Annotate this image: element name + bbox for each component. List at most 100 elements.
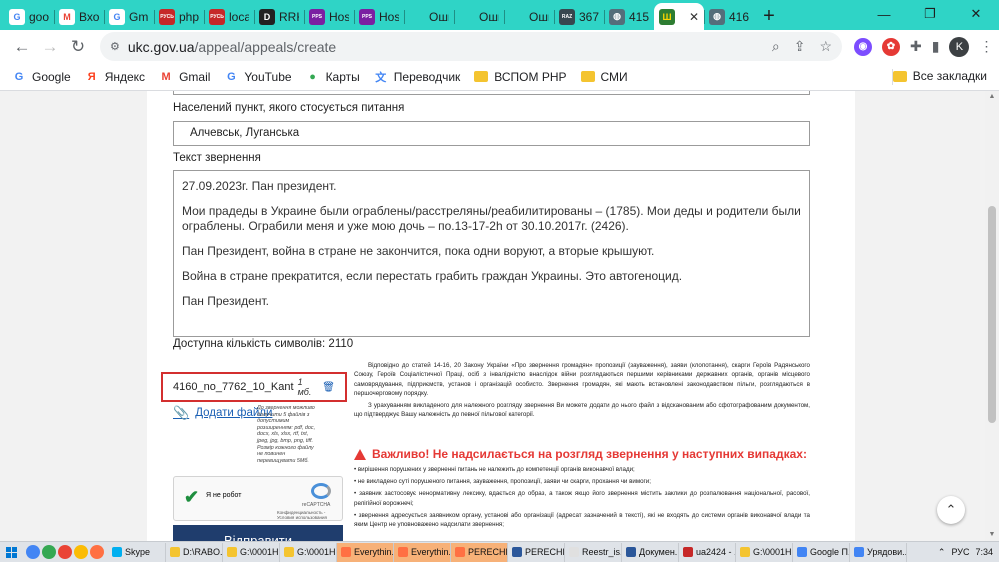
bookmark-item[interactable]: G Google [12, 70, 71, 84]
taskbar-item-label: ua2424 - ... [696, 547, 735, 557]
share-icon[interactable]: ⇪ [794, 38, 806, 55]
browser-tab[interactable]: Ggoo [4, 3, 54, 30]
tray-chevron-icon[interactable]: ⌃ [938, 547, 946, 558]
clock[interactable]: 7:34 [975, 547, 993, 557]
browser-tab[interactable]: РУСЬ loca [204, 3, 254, 30]
browser-tab[interactable]: PPS Hos [354, 3, 404, 30]
taskbar-item[interactable]: G:\0001H... [223, 542, 280, 562]
chrome-icon[interactable] [42, 545, 56, 559]
app-icon [626, 547, 636, 557]
browser-toolbar: ← → ↻ ⚙ ukc.gov.ua/appeal/appeals/create… [0, 30, 999, 63]
address-bar[interactable]: ⚙ ukc.gov.ua/appeal/appeals/create ⌕ ⇪ ☆ [100, 32, 842, 61]
chrome-icon[interactable] [74, 545, 88, 559]
chrome-icon[interactable] [26, 545, 40, 559]
submit-button[interactable]: Відправити [173, 525, 343, 541]
browser-tab[interactable]: Ш ✕ [654, 3, 704, 30]
scroll-to-top-button[interactable]: ⌃ [937, 496, 965, 524]
trash-icon[interactable]: 🗑 [322, 382, 335, 393]
extension-flower-icon[interactable]: ✿ [882, 37, 900, 56]
locality-field[interactable]: Алчевськ, Луганська [173, 121, 810, 146]
taskbar-item[interactable]: ua2424 - ... [679, 542, 736, 562]
new-tab-button[interactable]: + [754, 3, 784, 30]
page-viewport: Населений пункт, якого стосується питанн… [0, 91, 985, 541]
all-bookmarks[interactable]: Все закладки [892, 69, 987, 83]
text-label: Текст звернення [173, 152, 261, 164]
checkmark-icon[interactable]: ✔ [184, 487, 199, 508]
app-icon [455, 547, 465, 557]
bookmark-item[interactable]: СМИ [580, 70, 628, 84]
taskbar-item[interactable]: Урядови... [850, 542, 907, 562]
opera-icon[interactable] [58, 545, 72, 559]
profile-avatar[interactable]: K [949, 36, 970, 57]
browser-tab[interactable]: M Вхо [54, 3, 104, 30]
restore-icon[interactable]: ❐ [907, 0, 953, 28]
browser-tab[interactable]: РУСЬ php [154, 3, 204, 30]
google-icon: G [227, 70, 236, 83]
taskbar-item[interactable]: G:\0001H... [736, 542, 793, 562]
taskbar-item[interactable]: Reestr_is... [565, 542, 622, 562]
globe-icon: ◍ [609, 8, 625, 25]
extension-circle-icon[interactable]: ◉ [854, 37, 872, 56]
bookmark-item[interactable]: G YouTube [224, 70, 291, 84]
scroll-thumb[interactable] [988, 206, 996, 423]
browser-tab[interactable]: D RRK [254, 3, 304, 30]
taskbar-item[interactable]: D:\RABO... [166, 542, 223, 562]
extensions-puzzle-icon[interactable]: ✚ [910, 38, 922, 55]
bookmark-star-icon[interactable]: ☆ [819, 38, 832, 55]
close-window-icon[interactable]: ✕ [953, 0, 999, 28]
taskbar-item[interactable]: PERECHE... [451, 542, 508, 562]
appeal-text-area[interactable]: 27.09.2023г. Пан президент. Мои прадеды в… [173, 170, 810, 337]
browser-tab[interactable]: PPS Hos [304, 3, 354, 30]
scroll-up-arrow-icon[interactable]: ▲ [988, 93, 996, 101]
zoom-icon[interactable]: ⌕ [772, 38, 780, 55]
browser-tab[interactable]: G Gm [104, 3, 154, 30]
bookmark-label: Переводчик [393, 69, 461, 84]
page-icon [409, 9, 425, 25]
bookmark-item[interactable]: ● Карты [306, 70, 360, 84]
firefox-icon[interactable] [90, 545, 104, 559]
bookmark-item[interactable]: ВСПОМ РНР [474, 70, 567, 84]
site-info-icon[interactable]: ⚙ [110, 40, 120, 53]
taskbar-item[interactable]: Докумен... [622, 542, 679, 562]
taskbar-item-label: G:\0001H... [753, 547, 792, 557]
minimize-icon[interactable]: — [861, 0, 907, 28]
taskbar-item[interactable]: Google П... [793, 542, 850, 562]
bookmark-item[interactable]: Я Яндекс [85, 70, 145, 84]
warning-item: • вирішення порушених у зверненні питань… [354, 466, 635, 473]
taskbar-item[interactable]: Skype [108, 542, 166, 562]
taskbar-item[interactable]: PERECHE... [508, 542, 565, 562]
close-tab-icon[interactable]: ✕ [689, 10, 699, 24]
menu-kebab-icon[interactable]: ⋮ [979, 38, 993, 55]
bookmark-item[interactable]: M Gmail [159, 70, 210, 84]
browser-tab[interactable]: ◍ 415 [604, 3, 654, 30]
page-scrollbar[interactable]: ▲ ▼ [985, 91, 999, 541]
pps-icon: PPS [359, 8, 375, 25]
browser-tab[interactable]: Ошибк [454, 3, 504, 30]
recaptcha-widget[interactable]: ✔ Я не робот reCAPTCHA Конфиденциальност… [173, 476, 343, 521]
globe-icon: ◍ [709, 8, 725, 25]
bookmark-label: Карты [325, 69, 360, 84]
browser-tab[interactable]: Ошибк [504, 3, 554, 30]
language-indicator[interactable]: РУС [951, 547, 969, 557]
browser-tab[interactable]: RAZ 367 [554, 3, 604, 30]
taskbar-item-label: Google П... [810, 547, 850, 557]
taskbar-item-label: Everythin... [354, 547, 394, 557]
forward-icon[interactable]: → [36, 33, 64, 61]
taskbar-item[interactable]: Everythin... [337, 542, 394, 562]
tab-label: RRK [279, 9, 299, 24]
reload-icon[interactable]: ↻ [64, 33, 92, 61]
appeal-text-paragraph: 27.09.2023г. Пан президент. [182, 179, 337, 193]
browser-tab[interactable]: Ошибк [404, 3, 454, 30]
bookmark-item[interactable]: 文 Переводчик [374, 69, 461, 84]
back-icon[interactable]: ← [8, 33, 36, 61]
browser-tab[interactable]: ◍ 416 [704, 3, 754, 30]
scroll-down-arrow-icon[interactable]: ▼ [988, 531, 996, 539]
app-icon [740, 547, 750, 557]
taskbar-item[interactable]: Everythin... [394, 542, 451, 562]
taskbar-item[interactable]: G:\0001H... [280, 542, 337, 562]
google-icon: G [109, 8, 125, 25]
side-panel-icon[interactable]: ▮ [932, 38, 940, 55]
recaptcha-links[interactable]: Конфиденциальность - Условия использован… [277, 510, 342, 520]
start-button[interactable] [0, 542, 22, 562]
app-icon [341, 547, 351, 557]
